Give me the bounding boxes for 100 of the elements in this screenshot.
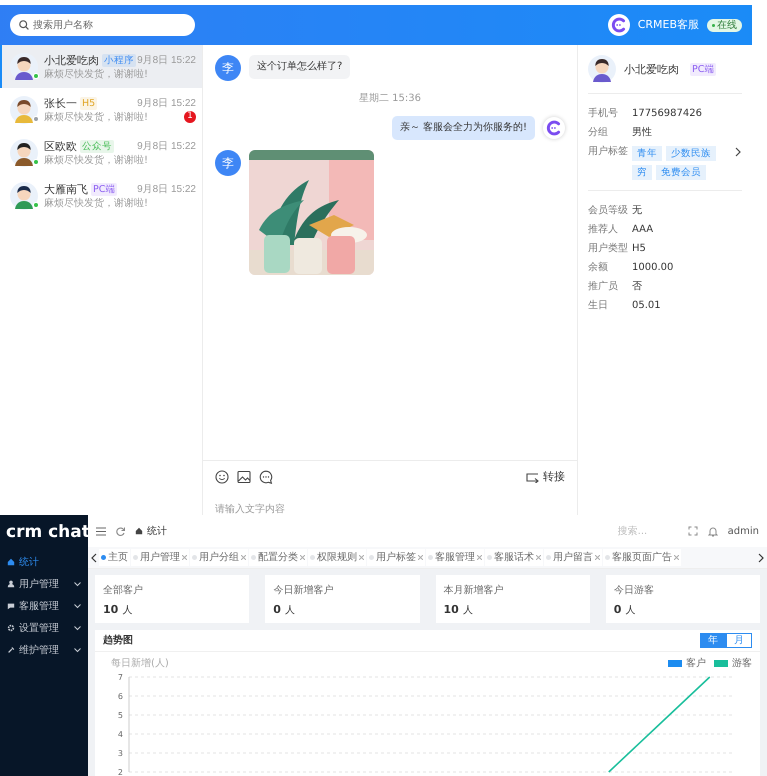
field-label: 分组: [588, 126, 609, 140]
page-tab[interactable]: 配置分类: [249, 549, 307, 566]
message-preview: 麻烦尽快发货，谢谢啦!: [44, 196, 150, 210]
message-time: 9月8日 15:22: [137, 96, 196, 110]
field-label: 用户类型: [588, 242, 629, 256]
bell-icon[interactable]: [708, 526, 718, 536]
panel-title: 趋势图: [103, 634, 134, 648]
tag-label: 公众号: [80, 140, 114, 152]
field-value: 1000.00: [632, 261, 674, 275]
contact-name: 小北爱吃肉: [624, 62, 679, 76]
page-tab[interactable]: 主页: [99, 549, 130, 566]
tag-label: PC端: [690, 62, 716, 76]
stat-value: 10: [444, 602, 459, 618]
user-tag: 穷: [632, 165, 652, 180]
field-value: 05.01: [632, 299, 661, 313]
contact-name: 大雁南飞: [44, 182, 88, 196]
period-toggle[interactable]: 年: [700, 633, 726, 648]
menu-item[interactable]: 设置管理: [0, 617, 88, 639]
tick-label: 7: [118, 673, 123, 682]
menu-item[interactable]: 用户管理: [0, 573, 88, 595]
search-field[interactable]: 搜索用户名称: [10, 14, 195, 36]
user-avatar: [10, 182, 38, 210]
search-icon: [19, 20, 29, 30]
message-time: 9月8日 15:22: [137, 54, 196, 68]
contact-name: 区欧欧: [44, 138, 77, 154]
tick-label: 4: [118, 730, 123, 739]
user-avatar: [588, 55, 616, 83]
menu-item[interactable]: 客服管理: [0, 595, 88, 617]
chevron-left-icon[interactable]: [90, 552, 98, 562]
user-tag: 少数民族: [666, 146, 716, 161]
message-time: 星期二 15:36: [359, 93, 421, 104]
page-tab[interactable]: 客服话术: [485, 549, 543, 566]
refresh-icon[interactable]: [116, 526, 125, 536]
field-label: 生日: [588, 298, 609, 313]
stat-value: 0: [614, 602, 622, 618]
fullscreen-icon[interactable]: [688, 526, 698, 536]
field-value: 男性: [632, 126, 652, 140]
page-tab[interactable]: 用户标签: [367, 549, 425, 566]
menu-icon[interactable]: [96, 526, 106, 536]
page-tab[interactable]: 用户管理: [131, 549, 189, 566]
transfer-button[interactable]: 转接: [525, 469, 565, 486]
field-value: H5: [632, 242, 646, 256]
page-tab[interactable]: 用户留言: [544, 549, 602, 566]
tick-label: 6: [118, 692, 123, 701]
user-avatar: [10, 138, 38, 166]
chevron-right-icon[interactable]: [757, 552, 765, 562]
conversation-item[interactable]: 区欧欧 公众号 9月8日 15:22 麻烦尽快发货，谢谢啦!: [0, 131, 202, 174]
field-label: 用户标签: [588, 144, 629, 159]
tick-label: 2: [118, 768, 123, 776]
stat-unit: 人: [625, 604, 636, 618]
message-preview: 麻烦尽快发货，谢谢啦!: [44, 154, 150, 166]
breadcrumb-text: 统计: [147, 524, 167, 538]
message-time: 9月8日 15:22: [137, 140, 196, 154]
period-toggle[interactable]: 月: [726, 633, 752, 648]
emoji-icon[interactable]: [215, 470, 229, 484]
legend-label: 客户: [686, 656, 706, 671]
field-label: 手机号: [588, 106, 619, 121]
conversation-item[interactable]: 小北爱吃肉 小程序 9月8日 15:22 麻烦尽快发货，谢谢啦!: [0, 45, 202, 88]
tag-label: H5: [80, 96, 98, 110]
user-avatar: [10, 52, 38, 80]
page-tab[interactable]: 用户分组: [190, 549, 248, 566]
legend-label: 游客: [732, 656, 752, 671]
user-avatar: 李: [215, 150, 241, 176]
page-tab[interactable]: 客服页面广告: [603, 549, 681, 566]
brand-logo-icon: [608, 14, 630, 36]
stat-unit: 人: [462, 604, 473, 618]
contact-name: 张长一: [44, 96, 77, 110]
menu-item[interactable]: 维护管理: [0, 639, 88, 661]
message-preview: 麻烦尽快发货，谢谢啦!: [44, 110, 150, 124]
gear-icon: [7, 624, 15, 632]
chat-icon[interactable]: [259, 470, 273, 484]
field-label: 会员等级: [588, 204, 629, 218]
stat-label: 今日新增客户: [273, 585, 334, 596]
brand-logo: crm chat: [6, 521, 90, 544]
message-time: 9月8日 15:22: [137, 182, 196, 196]
stat-unit: 人: [122, 604, 132, 618]
transfer-icon: [525, 471, 539, 484]
message-preview: 麻烦尽快发货，谢谢啦!: [44, 68, 150, 80]
user-avatar: [10, 96, 38, 124]
image-icon[interactable]: [237, 470, 251, 484]
page-tab[interactable]: 权限规则: [308, 549, 366, 566]
field-value: 17756987426: [632, 107, 702, 121]
conversation-item[interactable]: 大雁南飞 PC端 9月8日 15:22 麻烦尽快发货，谢谢啦!: [0, 174, 202, 217]
user-menu[interactable]: admin: [728, 524, 759, 538]
agent-name: CRMEB客服: [638, 16, 699, 33]
status-badge: 在线: [707, 18, 742, 32]
tag-label: 小程序: [102, 54, 136, 66]
page-tab[interactable]: 客服管理: [426, 549, 484, 566]
conversation-item[interactable]: 张长一 H5 9月8日 15:22 麻烦尽快发货，谢谢啦! 1: [0, 88, 202, 131]
field-value: 否: [632, 280, 642, 294]
field-value: AAA: [632, 223, 654, 237]
chat-icon: [7, 602, 15, 610]
home-icon: [135, 527, 143, 535]
chevron-right-icon[interactable]: [734, 147, 742, 157]
stat-unit: 人: [284, 604, 295, 618]
menu-item[interactable]: 统计: [0, 551, 88, 573]
tag-label: PC端: [91, 182, 118, 196]
user-tag: 青年: [632, 146, 662, 161]
field-label: 推广员: [588, 280, 619, 294]
message-bubble: 这个订单怎么样了?: [249, 55, 350, 79]
